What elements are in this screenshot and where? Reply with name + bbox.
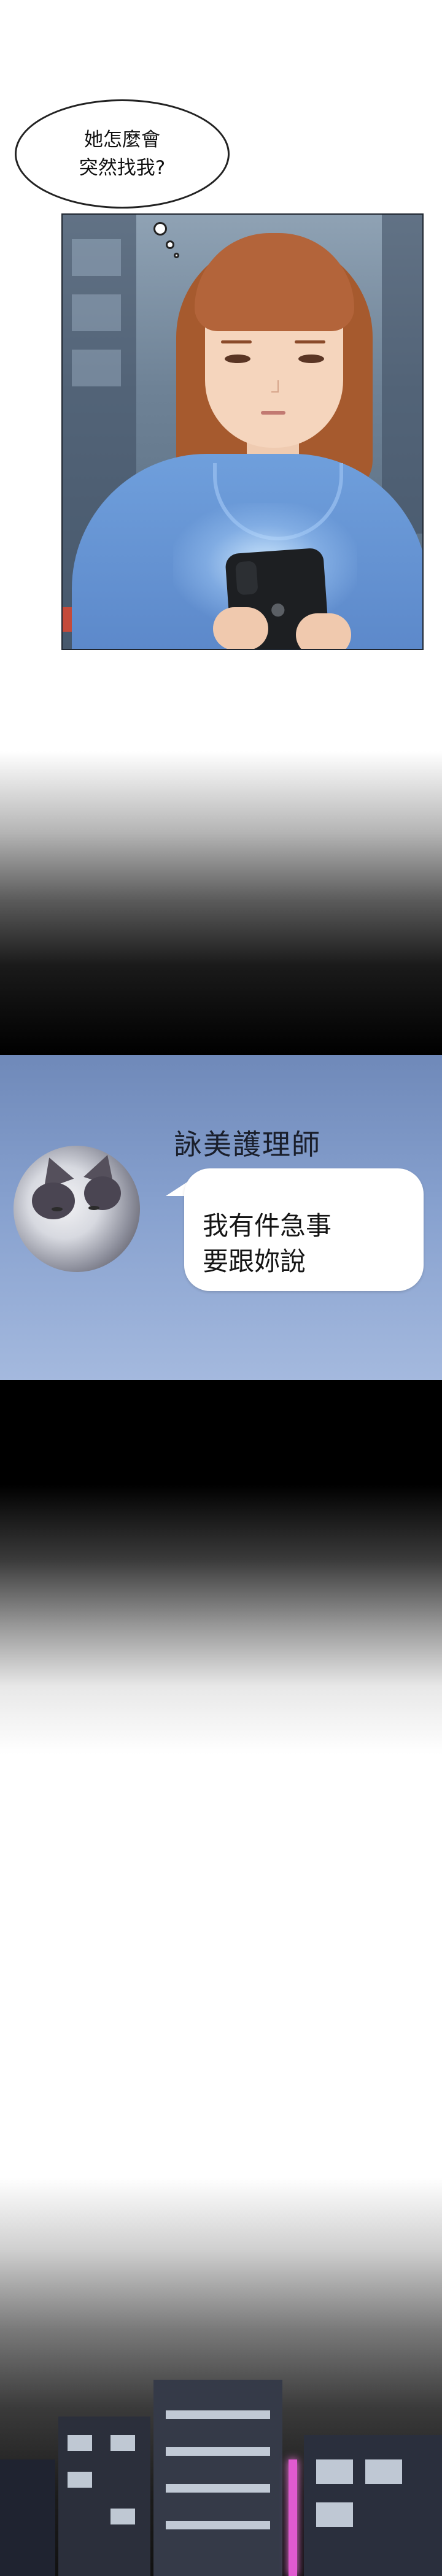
building-window — [72, 350, 121, 386]
thought-dot — [153, 222, 167, 236]
thought-bubble: 她怎麼會 突然找我? — [15, 99, 230, 209]
fade-from-black — [0, 1380, 442, 1754]
city-window — [110, 2509, 135, 2524]
city-building — [153, 2380, 282, 2576]
city-window — [316, 2502, 353, 2527]
cat-fur-patch — [32, 1183, 75, 1219]
cat-avatar — [14, 1146, 140, 1272]
left-eye — [225, 355, 250, 363]
city-window — [68, 2435, 92, 2451]
building-window — [72, 239, 121, 276]
thought-dot — [174, 253, 179, 258]
city-window — [365, 2459, 402, 2484]
cat-fur-patch — [84, 1176, 121, 1210]
thought-text: 她怎麼會 突然找我? — [79, 129, 166, 179]
city-window — [166, 2521, 270, 2529]
phone-camera — [235, 561, 258, 596]
city-building — [58, 2417, 150, 2576]
fade-to-black — [0, 650, 442, 1055]
sender-name: 詠美護理師 — [174, 1128, 321, 1161]
night-city-skyline — [0, 2367, 442, 2576]
left-eyebrow — [221, 340, 252, 343]
thought-dot — [166, 240, 174, 249]
right-eyebrow — [295, 340, 325, 343]
left-hand — [213, 607, 268, 649]
background-building-right — [382, 215, 422, 534]
building-window — [72, 294, 121, 331]
cat-eye — [88, 1206, 99, 1210]
city-window — [166, 2484, 270, 2493]
panel-woman-phone: ● — [61, 213, 424, 650]
message-text: 我有件急事 要跟妳說 — [203, 1211, 332, 1276]
city-window — [316, 2459, 353, 2484]
apple-logo-icon: ● — [269, 598, 287, 619]
city-window — [110, 2435, 135, 2451]
right-hand — [296, 613, 351, 649]
city-window — [68, 2472, 92, 2488]
city-building — [0, 2459, 55, 2576]
right-eye — [298, 355, 324, 363]
nose — [271, 380, 279, 393]
city-window — [166, 2410, 270, 2419]
mouth — [261, 411, 285, 415]
city-building — [304, 2435, 442, 2576]
neon-sign — [289, 2459, 297, 2576]
city-window — [166, 2447, 270, 2456]
hair-bangs — [195, 233, 354, 331]
cat-eye — [52, 1207, 63, 1211]
